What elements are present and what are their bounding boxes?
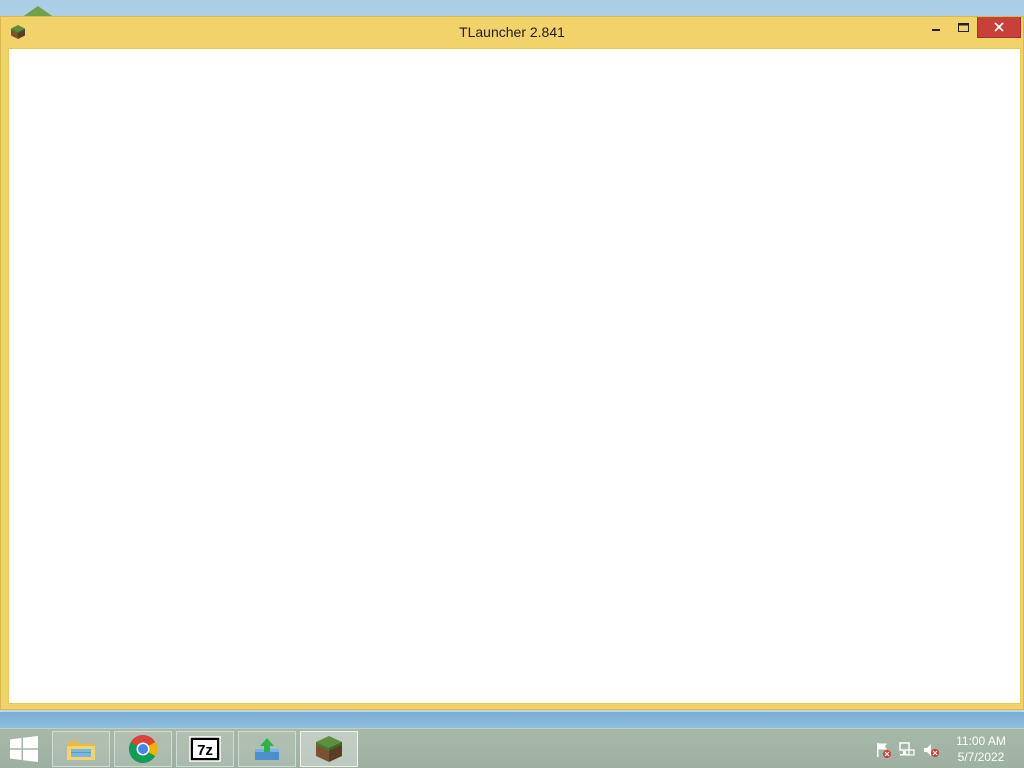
7zip-icon: 7z <box>189 736 221 762</box>
taskbar-tlauncher[interactable] <box>300 731 358 767</box>
taskbar-clock[interactable]: 11:00 AM 5/7/2022 <box>946 729 1016 768</box>
download-icon <box>255 738 279 760</box>
clock-date: 5/7/2022 <box>957 750 1005 764</box>
clock-time: 11:00 AM <box>956 734 1006 748</box>
desktop-background-strip <box>0 712 1024 728</box>
taskbar-file-explorer[interactable] <box>52 731 110 767</box>
taskbar-7zip[interactable]: 7z <box>176 731 234 767</box>
flag-icon[interactable] <box>874 741 892 759</box>
volume-muted-icon[interactable] <box>922 741 940 759</box>
taskbar-installer[interactable] <box>238 731 296 767</box>
windows-logo-icon <box>10 736 38 762</box>
window-title: TLauncher 2.841 <box>459 24 565 40</box>
minimize-button[interactable] <box>923 17 949 39</box>
network-icon[interactable] <box>898 741 916 759</box>
chrome-icon <box>129 735 157 763</box>
grass-block-icon <box>316 736 342 762</box>
maximize-icon <box>957 23 969 32</box>
taskbar: 7z 11:00 AM 5/7/2022 <box>0 728 1024 768</box>
close-icon <box>994 22 1004 32</box>
taskbar-chrome[interactable] <box>114 731 172 767</box>
system-tray <box>866 729 946 768</box>
start-button[interactable] <box>0 729 48 768</box>
tlauncher-window[interactable]: TLauncher 2.841 <box>0 16 1024 710</box>
svg-text:7z: 7z <box>197 742 213 759</box>
folder-icon <box>67 741 95 760</box>
desktop: TLauncher 2.841 7z 11:00 AM 5/7/2022 <box>0 0 1024 768</box>
maximize-button[interactable] <box>950 17 976 39</box>
title-bar[interactable]: TLauncher 2.841 <box>1 17 1023 48</box>
close-button[interactable] <box>977 17 1021 38</box>
launcher-content-area <box>8 48 1021 704</box>
grass-block-icon <box>11 25 25 39</box>
minimize-icon <box>932 29 940 31</box>
